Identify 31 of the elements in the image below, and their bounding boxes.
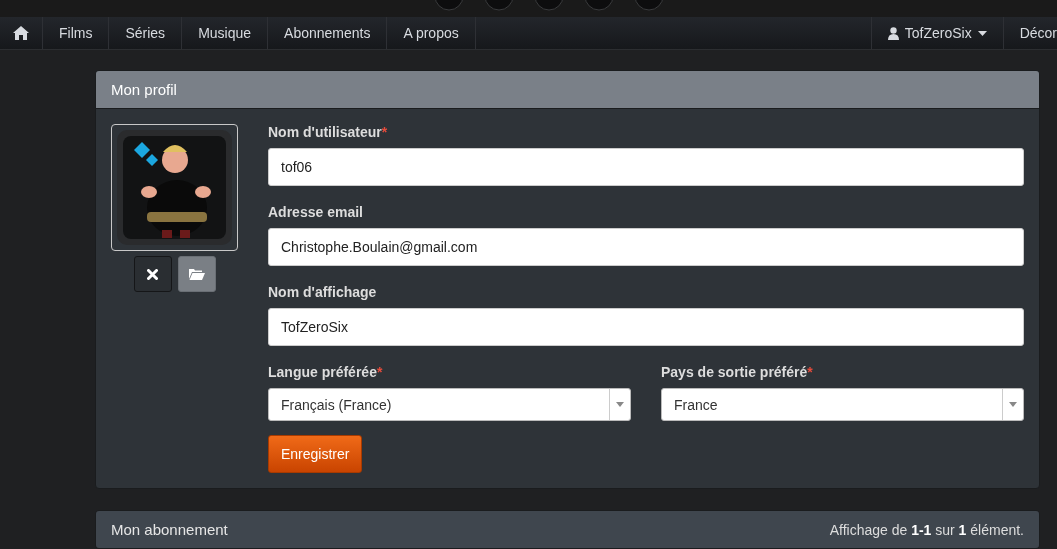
field-label: Adresse email	[268, 204, 364, 220]
nav-link[interactable]: Abonnements	[268, 17, 388, 49]
home-icon	[13, 26, 29, 40]
select-field[interactable]: Français (France)	[268, 388, 631, 421]
input-field[interactable]: Christophe.Boulain@gmail.com	[268, 228, 1024, 266]
panel-title: Mon profil	[111, 81, 177, 98]
nav-link[interactable]: A propos	[387, 17, 476, 49]
user-icon	[887, 26, 899, 40]
input-field[interactable]: TofZeroSix	[268, 308, 1024, 346]
folder-icon	[188, 268, 205, 280]
caret-icon	[616, 402, 624, 407]
user-menu[interactable]: TofZeroSix	[870, 17, 1004, 49]
select-field[interactable]: France	[661, 388, 1024, 421]
nav-link[interactable]: Décor	[1003, 17, 1057, 49]
field-label: Nom d'affichage	[268, 284, 378, 300]
save-button[interactable]: Enregistrer	[268, 435, 363, 473]
caret-icon	[977, 30, 987, 36]
caret-icon	[1009, 402, 1017, 407]
field-label: Pays de sortie préféré*	[661, 364, 814, 380]
field-label: Langue préférée*	[268, 364, 384, 380]
browse-avatar-button[interactable]	[177, 256, 216, 292]
nav-link[interactable]: Films	[43, 17, 110, 49]
input-field[interactable]: tof06	[268, 148, 1024, 186]
field-label: Nom d'utilisateur*	[268, 124, 389, 140]
nav-link[interactable]: Musique	[182, 17, 269, 49]
nav-link[interactable]: Séries	[109, 17, 183, 49]
panel-title: Mon abonnement	[111, 521, 228, 538]
user-name: TofZeroSix	[904, 25, 972, 41]
remove-avatar-button[interactable]	[133, 256, 172, 292]
results-summary: Affichage de 1-1 sur 1 élément.	[829, 521, 1024, 538]
close-icon	[147, 268, 158, 280]
